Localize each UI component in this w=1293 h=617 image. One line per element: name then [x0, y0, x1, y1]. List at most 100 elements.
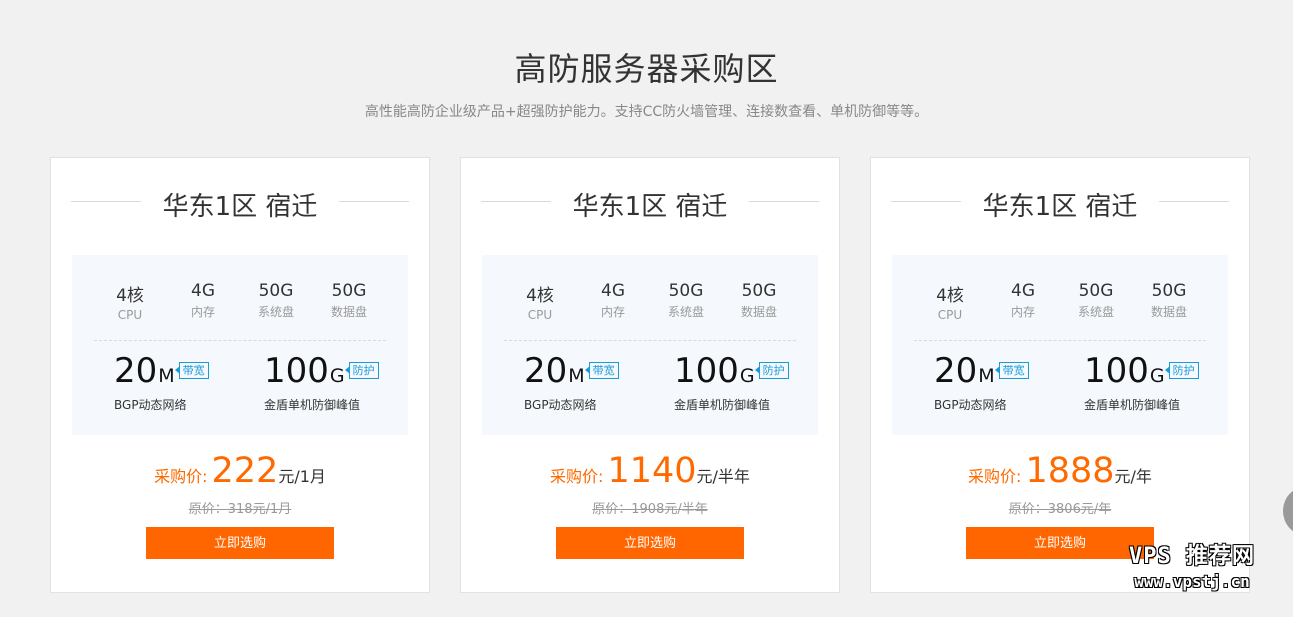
price-label: 采购价: — [154, 467, 208, 486]
card-title: 华东1区 宿迁 — [572, 192, 728, 222]
bandwidth-value: 20M 带宽 — [524, 351, 619, 391]
price: 采购价: 1888元/年 — [871, 451, 1249, 491]
original-price: 原价：3806元/年 — [1008, 502, 1112, 517]
bandwidth-desc: BGP动态网络 — [114, 398, 187, 412]
bandwidth-number: 20 — [114, 351, 158, 391]
spec-label: 系统盘 — [1077, 305, 1114, 319]
price-unit: 元/1月 — [278, 467, 326, 486]
spec-system-disk: 50G 系统盘 — [246, 281, 306, 320]
watermark-url: www.vpstj.cn — [1134, 572, 1250, 591]
defense-value: 100G 防护 — [674, 351, 789, 391]
defense-tag: 防护 — [344, 362, 379, 379]
watermark: VPS 推荐网 www.vpstj.cn — [1117, 538, 1267, 591]
spec-value: 50G — [258, 281, 294, 301]
bandwidth-unit: M — [158, 365, 175, 387]
bandwidth-desc: BGP动态网络 — [524, 398, 597, 412]
spec-value: 50G — [1078, 281, 1114, 301]
page-subtitle: 高性能高防企业级产品+超强防护能力。支持CC防火墙管理、连接数查看、单机防御等等… — [364, 104, 929, 120]
spec-divider — [914, 340, 1206, 341]
card-title: 华东1区 宿迁 — [162, 192, 318, 222]
spec-memory: 4G 内存 — [173, 281, 233, 320]
spec-label: 系统盘 — [257, 305, 294, 319]
watermark-title: VPS 推荐网 — [1129, 544, 1255, 569]
spec-data-disk: 50G 数据盘 — [1139, 281, 1199, 320]
defense-desc: 金盾单机防御峰值 — [1084, 398, 1181, 412]
original-price: 原价：318元/1月 — [188, 502, 292, 517]
spec-cpu: 4核 CPU — [510, 281, 570, 322]
spec-label: 内存 — [1010, 305, 1035, 319]
spec-label: 数据盘 — [1150, 305, 1187, 319]
product-card: 华东1区 宿迁 4核 CPU 4G 内存 50G 系统盘 50G 数据盘 20M… — [50, 157, 430, 593]
product-cards: 华东1区 宿迁 4核 CPU 4G 内存 50G 系统盘 50G 数据盘 20M… — [50, 157, 1250, 593]
spec-panel: 4核 CPU 4G 内存 50G 系统盘 50G 数据盘 20M 带宽 BGP动态… — [482, 255, 818, 435]
spec-divider — [504, 340, 796, 341]
spec-cpu: 4核 CPU — [920, 281, 980, 322]
price-label: 采购价: — [968, 467, 1022, 486]
price-amount: 1888 — [1025, 451, 1115, 491]
bandwidth-number: 20 — [524, 351, 568, 391]
spec-system-disk: 50G 系统盘 — [1066, 281, 1126, 320]
defense-unit: G — [1149, 365, 1165, 387]
spec-value: 4核 — [526, 286, 554, 306]
bandwidth-tag: 带宽 — [584, 362, 619, 379]
defense-unit: G — [329, 365, 345, 387]
defense-number: 100 — [674, 351, 739, 391]
bandwidth-value: 20M 带宽 — [114, 351, 209, 391]
spec-data-disk: 50G 数据盘 — [319, 281, 379, 320]
spec-value: 50G — [331, 281, 367, 301]
spec-label: CPU — [937, 308, 963, 322]
defense-tag: 防护 — [1164, 362, 1199, 379]
spec-divider — [94, 340, 386, 341]
spec-value: 4G — [601, 281, 625, 301]
spec-value: 50G — [741, 281, 777, 301]
bandwidth-number: 20 — [934, 351, 978, 391]
product-card: 华东1区 宿迁 4核 CPU 4G 内存 50G 系统盘 50G 数据盘 20M… — [460, 157, 840, 593]
spec-value: 4核 — [116, 286, 144, 306]
defense-number: 100 — [1084, 351, 1149, 391]
spec-memory: 4G 内存 — [993, 281, 1053, 320]
spec-value: 50G — [1151, 281, 1187, 301]
defense-unit: G — [739, 365, 755, 387]
price: 采购价: 1140元/半年 — [461, 451, 839, 491]
buy-now-button[interactable]: 立即选购 — [556, 527, 744, 559]
spec-label: 数据盘 — [330, 305, 367, 319]
page-title: 高防服务器采购区 — [514, 50, 779, 88]
defense-desc: 金盾单机防御峰值 — [674, 398, 771, 412]
spec-label: CPU — [527, 308, 553, 322]
bandwidth-value: 20M 带宽 — [934, 351, 1029, 391]
defense-value: 100G 防护 — [1084, 351, 1199, 391]
bandwidth-tag: 带宽 — [994, 362, 1029, 379]
spec-system-disk: 50G 系统盘 — [656, 281, 716, 320]
spec-label: CPU — [117, 308, 143, 322]
spec-panel: 4核 CPU 4G 内存 50G 系统盘 50G 数据盘 20M 带宽 BGP动态… — [892, 255, 1228, 435]
price-label: 采购价: — [550, 467, 604, 486]
price: 采购价: 222元/1月 — [51, 451, 429, 491]
spec-label: 数据盘 — [740, 305, 777, 319]
price-amount: 1140 — [607, 451, 697, 491]
spec-panel: 4核 CPU 4G 内存 50G 系统盘 50G 数据盘 20M 带宽 BGP动态… — [72, 255, 408, 435]
price-unit: 元/半年 — [696, 467, 750, 486]
spec-memory: 4G 内存 — [583, 281, 643, 320]
bandwidth-tag: 带宽 — [174, 362, 209, 379]
spec-value: 4G — [1011, 281, 1035, 301]
defense-tag: 防护 — [754, 362, 789, 379]
floating-side-button[interactable] — [1283, 487, 1293, 535]
price-amount: 222 — [211, 451, 279, 491]
spec-cpu: 4核 CPU — [100, 281, 160, 322]
bandwidth-unit: M — [978, 365, 995, 387]
defense-desc: 金盾单机防御峰值 — [264, 398, 361, 412]
bandwidth-desc: BGP动态网络 — [934, 398, 1007, 412]
spec-label: 内存 — [600, 305, 625, 319]
spec-value: 4核 — [936, 286, 964, 306]
defense-number: 100 — [264, 351, 329, 391]
bandwidth-unit: M — [568, 365, 585, 387]
original-price: 原价：1908元/半年 — [592, 502, 708, 517]
card-title: 华东1区 宿迁 — [982, 192, 1138, 222]
defense-value: 100G 防护 — [264, 351, 379, 391]
spec-label: 系统盘 — [667, 305, 704, 319]
price-unit: 元/年 — [1114, 467, 1152, 486]
product-card: 华东1区 宿迁 4核 CPU 4G 内存 50G 系统盘 50G 数据盘 20M… — [870, 157, 1250, 593]
spec-label: 内存 — [190, 305, 215, 319]
spec-value: 4G — [191, 281, 215, 301]
buy-now-button[interactable]: 立即选购 — [146, 527, 334, 559]
